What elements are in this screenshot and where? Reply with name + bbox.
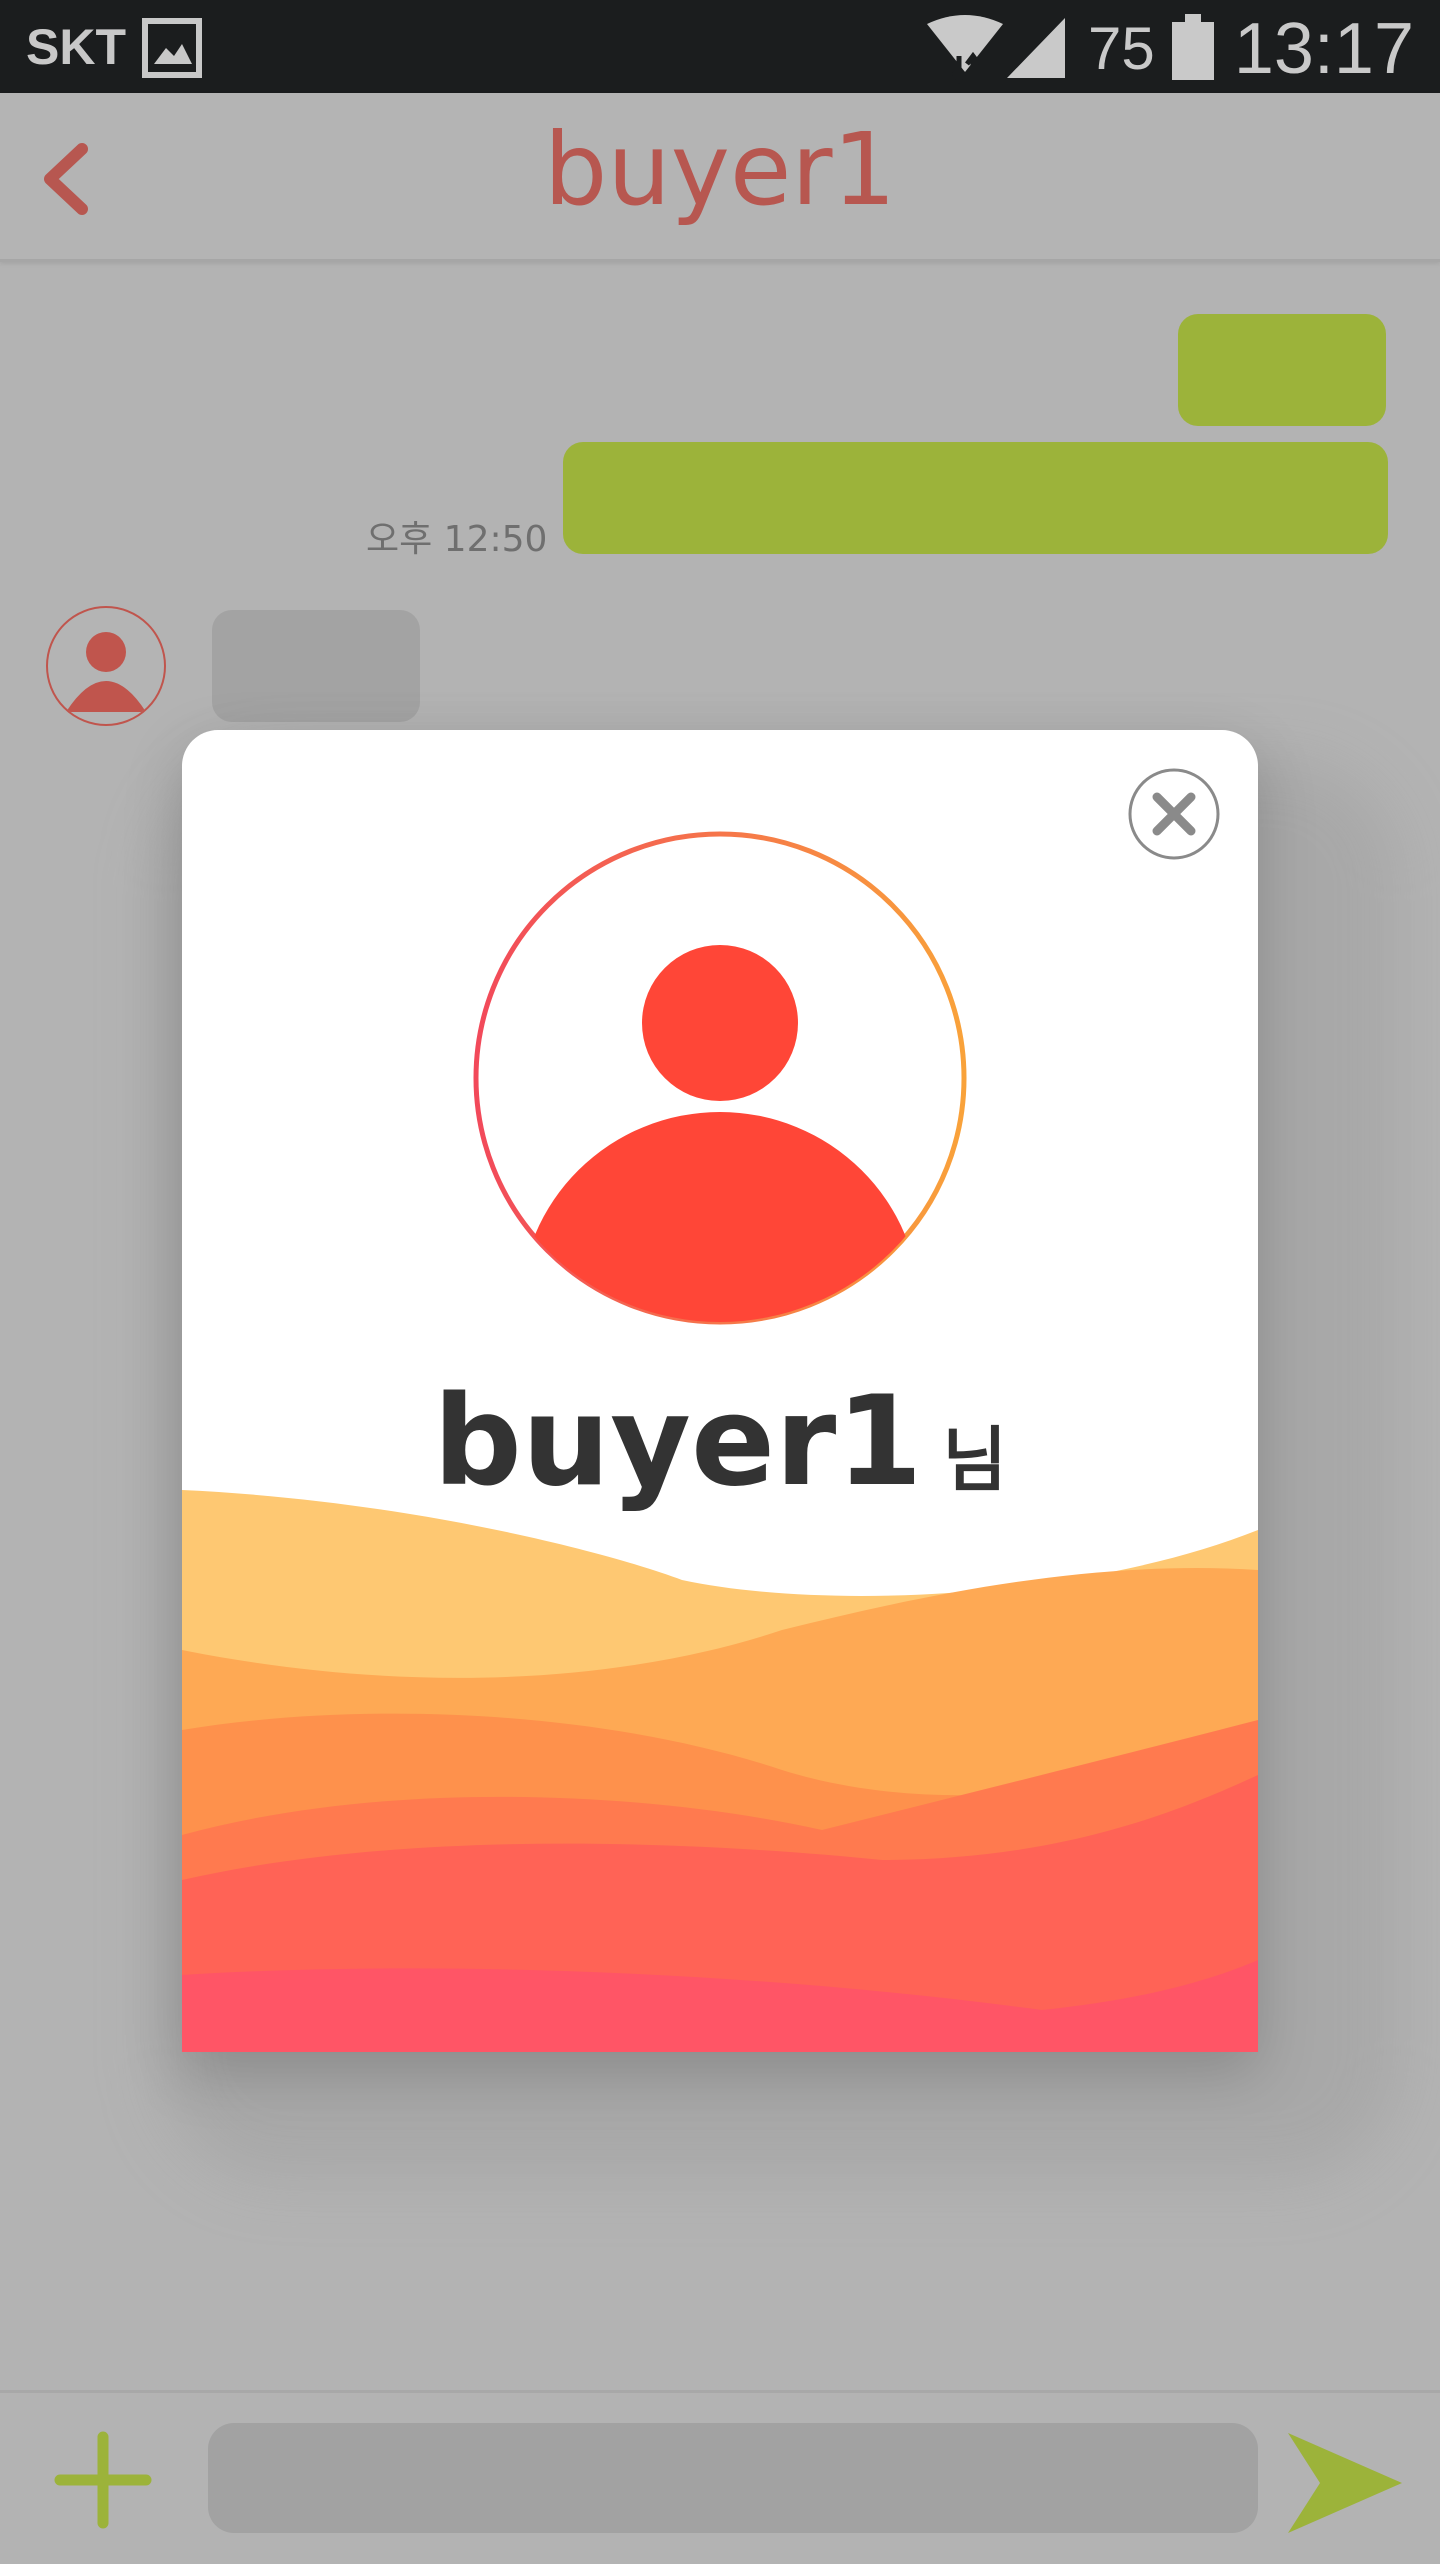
outgoing-message-bubble[interactable]: [1178, 314, 1386, 426]
outgoing-message-bubble[interactable]: [563, 442, 1388, 554]
message-timestamp: 오후 12:50: [366, 519, 548, 560]
send-icon[interactable]: [1286, 2431, 1404, 2535]
status-bar: SKT 75 13:17: [0, 0, 1440, 93]
profile-popup: buyer1 님: [182, 730, 1258, 2052]
profile-avatar: [473, 831, 967, 1325]
composer-bar: [0, 2390, 1440, 2564]
close-icon[interactable]: [1126, 766, 1222, 862]
sender-avatar[interactable]: [46, 606, 166, 726]
profile-honorific: 님: [942, 1419, 1007, 1501]
signal-icon: [1007, 18, 1065, 78]
chat-header: buyer1: [0, 93, 1440, 262]
attach-plus-icon[interactable]: [54, 2431, 152, 2529]
status-time: 13:17: [1233, 9, 1414, 89]
wifi-icon: [927, 15, 1003, 84]
chat-title: buyer1: [543, 111, 897, 228]
carrier-label: SKT: [26, 19, 126, 75]
incoming-message-bubble[interactable]: [212, 610, 420, 722]
gallery-notification-icon: [142, 18, 202, 78]
message-input[interactable]: [208, 2423, 1258, 2533]
battery-percentage: 75: [1088, 15, 1155, 82]
wave-decoration: [182, 1490, 1258, 2052]
battery-icon: [1172, 14, 1214, 80]
user-silhouette-icon: [66, 632, 146, 712]
